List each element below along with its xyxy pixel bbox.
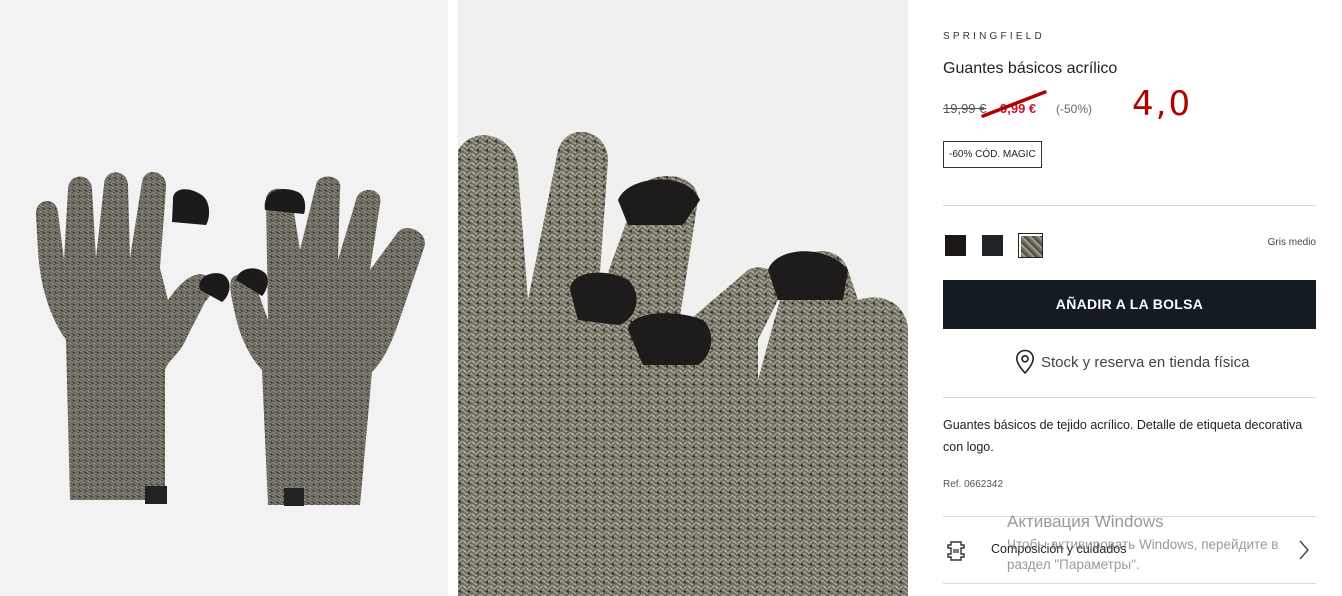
product-description: Guantes básicos de tejido acrílico. Deta… xyxy=(943,418,1303,454)
location-pin-icon xyxy=(1015,349,1035,375)
swatch-fill xyxy=(1021,236,1042,257)
promo-badge: -60% CÓD. MAGIC xyxy=(943,141,1042,168)
swatch-fill xyxy=(945,235,966,256)
gloves-closeup-photo xyxy=(458,131,908,596)
divider xyxy=(943,583,1316,584)
add-to-bag-button[interactable]: AÑADIR A LA BOLSA xyxy=(943,280,1316,329)
left-glove xyxy=(35,171,230,504)
price-block: 19,99 € 9,99 € (-50%) 4,0 xyxy=(943,84,1316,124)
store-stock-link[interactable]: Stock y reserva en tienda física xyxy=(1015,349,1249,375)
product-reference: Ref. 0662342 xyxy=(943,479,1004,490)
color-swatch-black[interactable] xyxy=(943,233,968,258)
right-glove xyxy=(230,176,425,506)
composition-care-accordion[interactable]: Composición y cuidados xyxy=(943,517,1316,583)
gloves-pair-photo xyxy=(35,171,425,506)
product-detail-panel: SPRINGFIELD Guantes básicos acrílico 19,… xyxy=(943,0,1316,596)
washing-care-icon xyxy=(947,541,965,561)
old-price: 19,99 € xyxy=(943,101,987,116)
new-price: 9,99 € xyxy=(1000,101,1037,116)
chevron-right-icon xyxy=(1299,540,1309,560)
discount-percent: (-50%) xyxy=(1056,102,1093,116)
composition-care-label: Composición y cuidados xyxy=(991,542,1127,556)
brand-name: SPRINGFIELD xyxy=(943,31,1045,42)
product-title: Guantes básicos acrílico xyxy=(943,60,1118,77)
store-stock-label: Stock y reserva en tienda física xyxy=(1041,353,1250,371)
divider xyxy=(943,397,1316,398)
divider xyxy=(943,205,1316,206)
product-image-detail[interactable] xyxy=(458,0,908,596)
color-swatch-charcoal[interactable] xyxy=(980,233,1005,258)
product-image-main[interactable] xyxy=(0,0,448,596)
selected-color-label: Gris medio xyxy=(1267,237,1316,248)
swatch-fill xyxy=(982,235,1003,256)
color-swatch-gris-medio[interactable] xyxy=(1018,233,1043,258)
handwritten-price-note: 4,0 xyxy=(1132,84,1193,124)
